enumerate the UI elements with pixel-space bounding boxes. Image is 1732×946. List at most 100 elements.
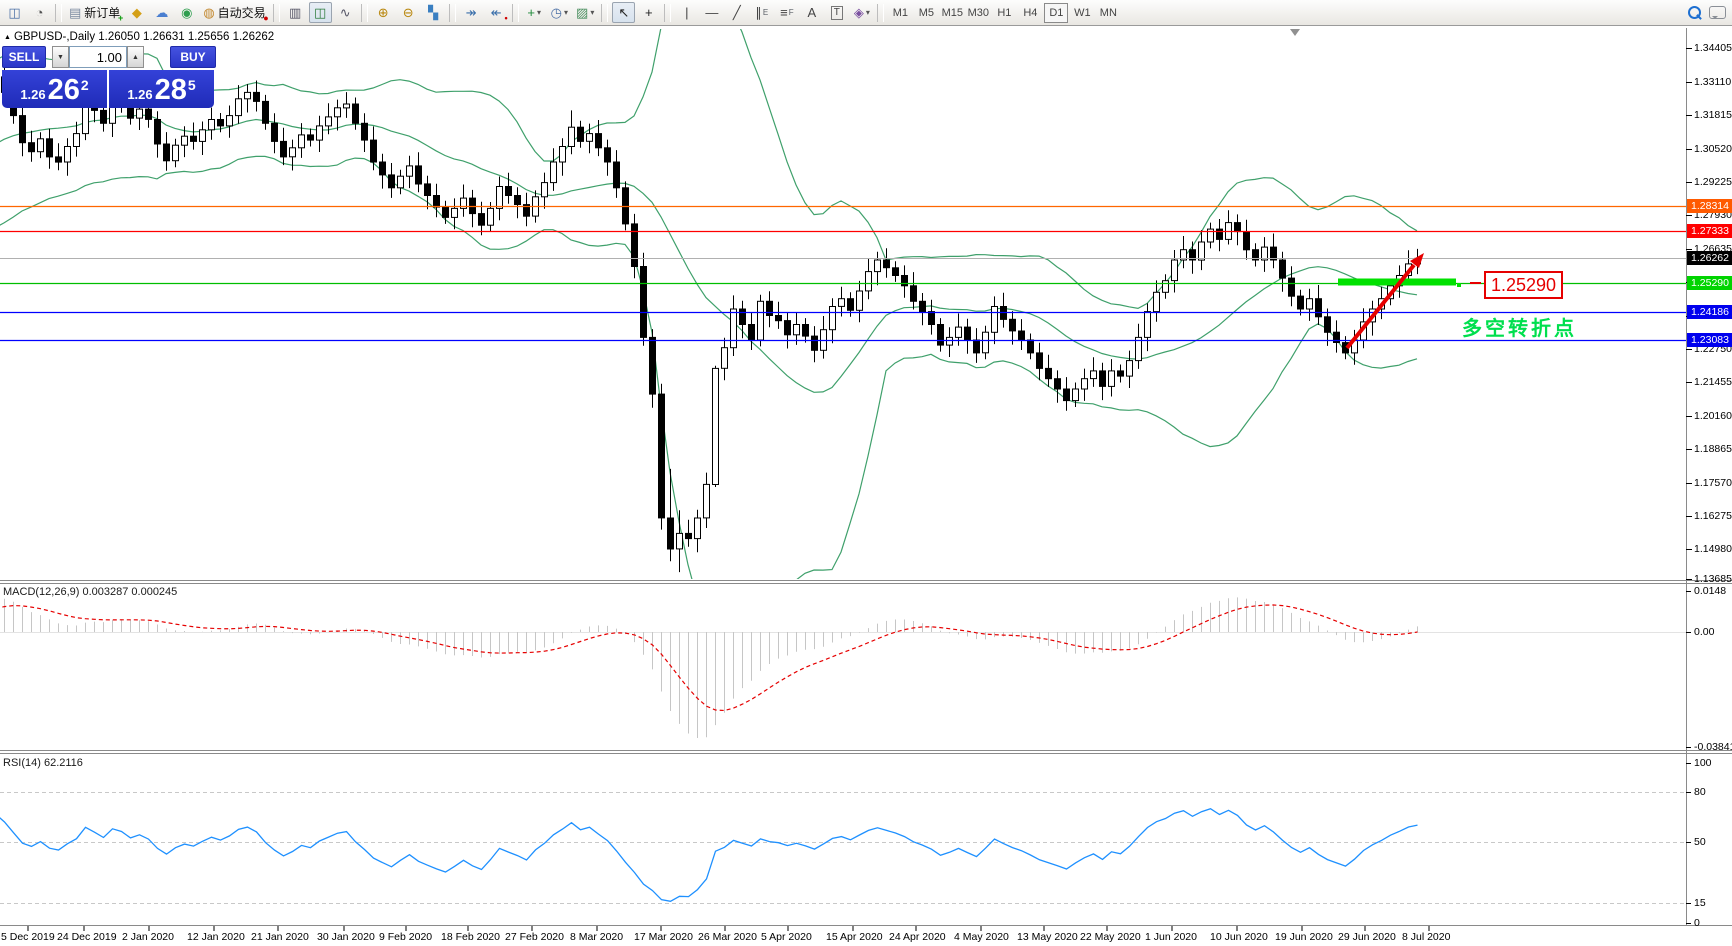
timeframe-mn[interactable]: MN bbox=[1096, 3, 1120, 23]
sell-price-pip: 2 bbox=[80, 77, 89, 93]
candlestick-icon[interactable]: ◫ bbox=[308, 2, 332, 23]
trendline-icon[interactable]: ╱ bbox=[725, 2, 748, 23]
zoom-out-icon[interactable]: ⊖ bbox=[397, 2, 420, 23]
price-badge: 1.24186 bbox=[1687, 305, 1732, 319]
new-order-button[interactable]: ▤ + 新订单 bbox=[66, 2, 123, 23]
toolbar-separator bbox=[877, 3, 885, 22]
toolbar-separator bbox=[55, 3, 62, 22]
date-axis-label: 2 Jan 2020 bbox=[122, 931, 174, 943]
buy-price-pip: 5 bbox=[187, 77, 196, 93]
signals-icon[interactable]: ◉ bbox=[175, 2, 198, 23]
price-annotation-label[interactable]: 1.25290 bbox=[1484, 271, 1563, 299]
buy-price-button[interactable]: 1.26 28 5 bbox=[109, 70, 214, 108]
date-axis-label: 8 Jul 2020 bbox=[1402, 931, 1451, 943]
rsi-axis-tick: 80 bbox=[1694, 786, 1706, 798]
date-axis-label: 5 Dec 2019 bbox=[1, 931, 55, 943]
timeframe-w1[interactable]: W1 bbox=[1070, 3, 1094, 23]
date-axis-label: 24 Apr 2020 bbox=[889, 931, 946, 943]
vertical-line-icon[interactable]: | bbox=[675, 2, 698, 23]
price-axis-tick: 1.20160 bbox=[1694, 410, 1732, 422]
buy-button[interactable]: BUY bbox=[170, 46, 216, 68]
price-axis-tick: 1.21455 bbox=[1694, 376, 1732, 388]
date-axis-label: 19 Jun 2020 bbox=[1275, 931, 1333, 943]
auto-scroll-icon[interactable]: ↠ bbox=[460, 2, 483, 23]
tile-windows-icon[interactable]: ▚ bbox=[422, 2, 445, 23]
text-icon[interactable]: A bbox=[800, 2, 823, 23]
toolbar-separator bbox=[448, 3, 456, 22]
indicators-icon[interactable]: + ▾ bbox=[523, 2, 546, 23]
date-axis-label: 9 Feb 2020 bbox=[379, 931, 433, 943]
lot-size-input[interactable] bbox=[69, 46, 127, 68]
symbol-ohlc-label: ▲ GBPUSD-,Daily 1.26050 1.26631 1.25656 … bbox=[4, 31, 274, 43]
sell-price-digits: 26 bbox=[47, 74, 80, 106]
chat-icon[interactable] bbox=[1709, 6, 1726, 19]
timeframe-h4[interactable]: H4 bbox=[1018, 3, 1042, 23]
cn-annotation-text[interactable]: 多空转折点 bbox=[1462, 312, 1577, 341]
timeframe-h1[interactable]: H1 bbox=[992, 3, 1016, 23]
date-axis-label: 1 Jun 2020 bbox=[1145, 931, 1197, 943]
timeframe-m30[interactable]: M30 bbox=[966, 3, 990, 23]
symbol-ohlc-text: GBPUSD-,Daily 1.26050 1.26631 1.25656 1.… bbox=[13, 31, 275, 43]
sell-price-button[interactable]: 1.26 26 2 bbox=[2, 70, 107, 108]
macd-label: MACD(12,26,9) 0.003287 0.000245 bbox=[3, 586, 178, 598]
date-axis-label: 29 Jun 2020 bbox=[1338, 931, 1396, 943]
rsi-axis-tick: 50 bbox=[1694, 836, 1706, 848]
templates-icon[interactable]: ▨ ▾ bbox=[573, 2, 597, 23]
tick-chart-icon[interactable]: ◔ bbox=[28, 2, 51, 23]
toolbar-buttons: ◫ ◔ ▤ + 新订单 ◆ ☁ ◉ ◍ ● 自动交易 ▥ ◫ ∿ ⊕ ⊖ ▚ ↠ ↞ • + ▾ ◷ ▾ ▨ ▾ ↖ + | — ╱ ∥ E ≡ F… bbox=[2, 2, 887, 23]
date-axis-label: 22 May 2020 bbox=[1080, 931, 1141, 943]
date-axis-label: 15 Apr 2020 bbox=[826, 931, 883, 943]
line-chart-icon[interactable]: ∿ bbox=[334, 2, 357, 23]
date-axis-label: 10 Jun 2020 bbox=[1210, 931, 1268, 943]
date-axis-label: 12 Jan 2020 bbox=[187, 931, 245, 943]
lot-decrease-button[interactable]: ▼ bbox=[52, 46, 69, 68]
zoom-in-icon[interactable]: ⊕ bbox=[372, 2, 395, 23]
timeframe-m5[interactable]: M5 bbox=[914, 3, 938, 23]
toolbar-separator bbox=[664, 3, 672, 22]
autotrading-button[interactable]: ◍ ● 自动交易 bbox=[200, 2, 268, 23]
label-icon[interactable]: T bbox=[825, 2, 848, 23]
price-axis-tick: 1.17570 bbox=[1694, 477, 1732, 489]
periods-icon[interactable]: ◷ ▾ bbox=[548, 2, 571, 23]
toolbar-separator bbox=[360, 3, 368, 22]
chart-window-icon[interactable]: ◫ bbox=[3, 2, 26, 23]
community-icon[interactable]: ☁ bbox=[150, 2, 173, 23]
sell-button[interactable]: SELL bbox=[2, 46, 46, 68]
date-axis-label: 18 Feb 2020 bbox=[441, 931, 500, 943]
buy-price-digits: 28 bbox=[154, 74, 187, 106]
price-badge: 1.26262 bbox=[1687, 251, 1732, 265]
date-axis-label: 17 Mar 2020 bbox=[634, 931, 693, 943]
channel-icon[interactable]: ∥ E bbox=[750, 2, 773, 23]
price-axis-tick: 1.13685 bbox=[1694, 573, 1732, 585]
macd-axis-tick: 0.00 bbox=[1694, 626, 1715, 638]
gold-icon[interactable]: ◆ bbox=[125, 2, 148, 23]
rsi-axis-tick: 15 bbox=[1694, 897, 1706, 909]
search-icon[interactable] bbox=[1688, 6, 1702, 20]
macd-axis-tick: 0.0148 bbox=[1694, 585, 1727, 597]
timeframe-buttons: M1 M5 M15 M30 H1 H4 D1 W1 MN bbox=[887, 2, 1121, 23]
toolbar-separator bbox=[511, 3, 519, 22]
lot-increase-button[interactable]: ▲ bbox=[127, 46, 144, 68]
chart-canvas bbox=[0, 26, 1732, 946]
date-axis-label: 30 Jan 2020 bbox=[317, 931, 375, 943]
buy-price-prefix: 1.26 bbox=[127, 87, 153, 102]
chart-shift-icon[interactable]: ↞ • bbox=[485, 2, 508, 23]
price-axis-tick: 1.31815 bbox=[1694, 109, 1732, 121]
macd-axis-tick: -0.038415 bbox=[1694, 741, 1732, 753]
price-axis-tick: 1.16275 bbox=[1694, 510, 1732, 522]
price-axis-tick: 1.14980 bbox=[1694, 543, 1732, 555]
date-axis-label: 21 Jan 2020 bbox=[251, 931, 309, 943]
timeframe-d1[interactable]: D1 bbox=[1044, 2, 1069, 23]
timeframe-m1[interactable]: M1 bbox=[888, 3, 912, 23]
crosshair-icon[interactable]: + bbox=[637, 2, 660, 23]
date-axis-label: 27 Feb 2020 bbox=[505, 931, 564, 943]
horizontal-line-icon[interactable]: — bbox=[700, 2, 723, 23]
symbol-marker-icon: ▲ bbox=[4, 33, 11, 41]
bar-chart-icon[interactable]: ▥ bbox=[284, 2, 307, 23]
arrows-icon[interactable]: ◈ ▾ bbox=[850, 2, 873, 23]
fibonacci-icon[interactable]: ≡ F bbox=[775, 2, 798, 23]
rsi-axis-tick: 100 bbox=[1694, 757, 1712, 769]
cursor-icon[interactable]: ↖ bbox=[612, 2, 636, 23]
green-highlight-dot[interactable] bbox=[1457, 283, 1461, 287]
timeframe-m15[interactable]: M15 bbox=[940, 3, 964, 23]
